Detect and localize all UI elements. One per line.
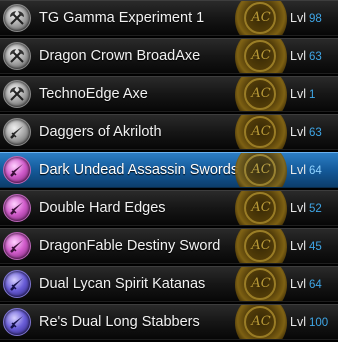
- ac-badge-icon: AC: [235, 267, 287, 301]
- item-level: Lvl 1: [290, 87, 315, 103]
- item-name: TG Gamma Experiment 1: [39, 10, 205, 26]
- item-level: Lvl 45: [290, 239, 322, 255]
- item-name: Double Hard Edges: [39, 200, 166, 216]
- axe-icon: [3, 4, 31, 32]
- item-name: Daggers of Akriloth: [39, 124, 162, 140]
- level-label: Lvl: [290, 11, 306, 25]
- item-level: Lvl 64: [290, 277, 322, 293]
- axe-icon: [3, 80, 31, 108]
- axe-icon: [3, 42, 31, 70]
- level-value: 64: [308, 165, 322, 177]
- item-name: Dark Undead Assassin Swords: [39, 162, 239, 178]
- badge-text: AC: [251, 314, 271, 329]
- item-level: Lvl 63: [290, 49, 322, 65]
- item-name: Dual Lycan Spirit Katanas: [39, 276, 206, 292]
- ac-badge-icon: AC: [235, 229, 287, 263]
- inventory-item-list: TG Gamma Experiment 1 AC Lvl 98 Dragon Cr…: [0, 0, 338, 342]
- item-level: Lvl 52: [290, 201, 322, 217]
- level-value: 98: [308, 13, 322, 25]
- level-value: 100: [308, 317, 329, 329]
- list-item[interactable]: Dragon Crown BroadAxe AC Lvl 63: [0, 38, 338, 74]
- list-item[interactable]: TG Gamma Experiment 1 AC Lvl 98: [0, 0, 338, 36]
- badge-text: AC: [251, 124, 271, 139]
- list-item[interactable]: Re's Dual Long Stabbers AC Lvl 100: [0, 304, 338, 340]
- level-label: Lvl: [290, 49, 306, 63]
- list-item-selected[interactable]: Dark Undead Assassin Swords AC Lvl 64: [0, 152, 338, 188]
- level-label: Lvl: [290, 87, 306, 101]
- item-level: Lvl 63: [290, 125, 322, 141]
- level-value: 64: [308, 279, 322, 291]
- item-level: Lvl 64: [290, 163, 322, 179]
- list-item[interactable]: TechnoEdge Axe AC Lvl 1: [0, 76, 338, 112]
- dual-sword-icon: [3, 270, 31, 298]
- dual-sword-icon: [3, 232, 31, 260]
- ac-badge-icon: AC: [235, 39, 287, 73]
- ac-badge-icon: AC: [235, 153, 287, 187]
- level-label: Lvl: [290, 277, 306, 291]
- ac-badge-icon: AC: [235, 305, 287, 339]
- badge-text: AC: [251, 276, 271, 291]
- dagger-icon: [3, 118, 31, 146]
- level-label: Lvl: [290, 201, 306, 215]
- dual-sword-icon: [3, 156, 31, 184]
- list-item[interactable]: Double Hard Edges AC Lvl 52: [0, 190, 338, 226]
- badge-text: AC: [251, 48, 271, 63]
- list-item[interactable]: Daggers of Akriloth AC Lvl 63: [0, 114, 338, 150]
- item-name: Dragon Crown BroadAxe: [39, 48, 201, 64]
- level-value: 52: [308, 203, 322, 215]
- item-level: Lvl 98: [290, 11, 322, 27]
- ac-badge-icon: AC: [235, 77, 287, 111]
- level-label: Lvl: [290, 239, 306, 253]
- list-item[interactable]: Dual Lycan Spirit Katanas AC Lvl 64: [0, 266, 338, 302]
- dual-sword-icon: [3, 308, 31, 336]
- level-value: 63: [308, 51, 322, 63]
- level-value: 63: [308, 127, 322, 139]
- level-label: Lvl: [290, 163, 306, 177]
- badge-text: AC: [251, 162, 271, 177]
- badge-text: AC: [251, 86, 271, 101]
- item-level: Lvl 100: [290, 315, 328, 331]
- item-name: DragonFable Destiny Sword: [39, 238, 221, 254]
- level-label: Lvl: [290, 125, 306, 139]
- ac-badge-icon: AC: [235, 115, 287, 149]
- badge-text: AC: [251, 200, 271, 215]
- level-value: 1: [308, 89, 316, 101]
- level-label: Lvl: [290, 315, 306, 329]
- level-value: 45: [308, 241, 322, 253]
- ac-badge-icon: AC: [235, 1, 287, 35]
- item-name: Re's Dual Long Stabbers: [39, 314, 200, 330]
- badge-text: AC: [251, 238, 271, 253]
- list-item[interactable]: DragonFable Destiny Sword AC Lvl 45: [0, 228, 338, 264]
- badge-text: AC: [251, 10, 271, 25]
- ac-badge-icon: AC: [235, 191, 287, 225]
- dual-sword-icon: [3, 194, 31, 222]
- item-name: TechnoEdge Axe: [39, 86, 148, 102]
